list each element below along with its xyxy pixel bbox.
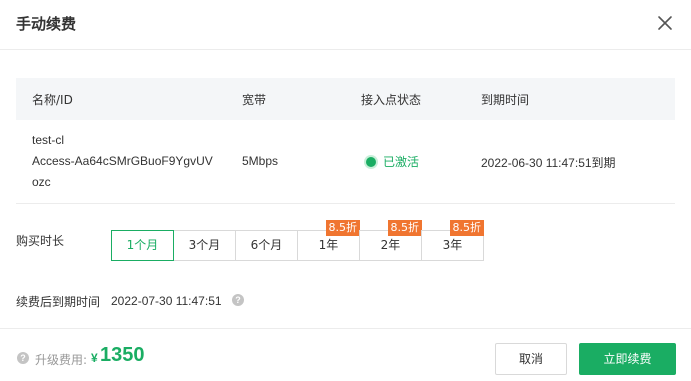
question-circle-icon[interactable]: ? (17, 352, 29, 364)
expire-value: 2022-06-30 11:47:51到期 (481, 156, 616, 170)
duration-option-label: 1年 (318, 238, 339, 252)
table-header: 名称/ID 宽带 接入点状态 到期时间 (16, 78, 675, 120)
duration-option-3-years[interactable]: 3年 8.5折 (421, 220, 484, 261)
name-id-cell: test-cl Access-Aa64cSMrGBuoF9YgvUV ozc (32, 130, 213, 193)
cancel-button[interactable]: 取消 (495, 343, 567, 375)
column-header-status: 接入点状态 (361, 93, 422, 107)
duration-label: 购买时长 (16, 234, 65, 248)
bandwidth-value: 5Mbps (242, 154, 279, 168)
dialog-header: 手动续费 (0, 0, 691, 50)
renew-now-button[interactable]: 立即续费 (579, 343, 676, 375)
duration-option-6-months[interactable]: 6个月 (235, 230, 298, 261)
duration-option-2-years[interactable]: 2年 8.5折 (359, 220, 422, 261)
duration-option-label: 2年 (380, 238, 401, 252)
duration-option-1-year[interactable]: 1年 8.5折 (297, 220, 360, 261)
duration-selector: 1个月 3个月 6个月 1年 8.5折 2年 8.5折 3年 8.5折 (111, 220, 484, 261)
duration-option-1-month[interactable]: 1个月 (111, 230, 174, 261)
table-row: test-cl Access-Aa64cSMrGBuoF9YgvUV ozc 5… (16, 120, 675, 204)
instance-name: test-cl (32, 133, 65, 147)
duration-option-label: 1个月 (126, 238, 159, 252)
instance-id-continued: ozc (32, 175, 51, 189)
status-dot-icon (366, 157, 376, 167)
fee-amount: 1350 (100, 344, 145, 366)
discount-badge: 8.5折 (325, 220, 360, 236)
duration-option-label: 3个月 (188, 238, 221, 252)
instance-id: Access-Aa64cSMrGBuoF9YgvUV (32, 154, 213, 168)
close-icon[interactable] (654, 12, 676, 34)
discount-badge: 8.5折 (387, 220, 422, 236)
dialog-footer: ? 升级费用: ¥ 1350 取消 立即续费 (0, 328, 691, 381)
column-header-expire: 到期时间 (481, 93, 530, 107)
column-header-bandwidth: 宽带 (242, 93, 267, 107)
discount-badge: 8.5折 (449, 220, 484, 236)
duration-option-label: 3年 (442, 238, 463, 252)
status-cell: 已激活 (366, 153, 419, 170)
renewal-dialog: 手动续费 名称/ID 宽带 接入点状态 到期时间 test-cl Access-… (0, 0, 691, 381)
fee-label: 升级费用: (35, 353, 88, 367)
dialog-title: 手动续费 (16, 15, 77, 33)
renewed-expiry-value: 2022-07-30 11:47:51 (111, 294, 222, 308)
fee-currency: ¥ (91, 351, 98, 365)
renewed-expiry-label: 续费后到期时间 (16, 295, 101, 309)
column-header-name: 名称/ID (32, 93, 73, 107)
duration-option-label: 6个月 (250, 238, 283, 252)
duration-option-3-months[interactable]: 3个月 (173, 230, 236, 261)
status-text: 已激活 (383, 155, 420, 169)
question-circle-icon[interactable]: ? (232, 294, 244, 306)
